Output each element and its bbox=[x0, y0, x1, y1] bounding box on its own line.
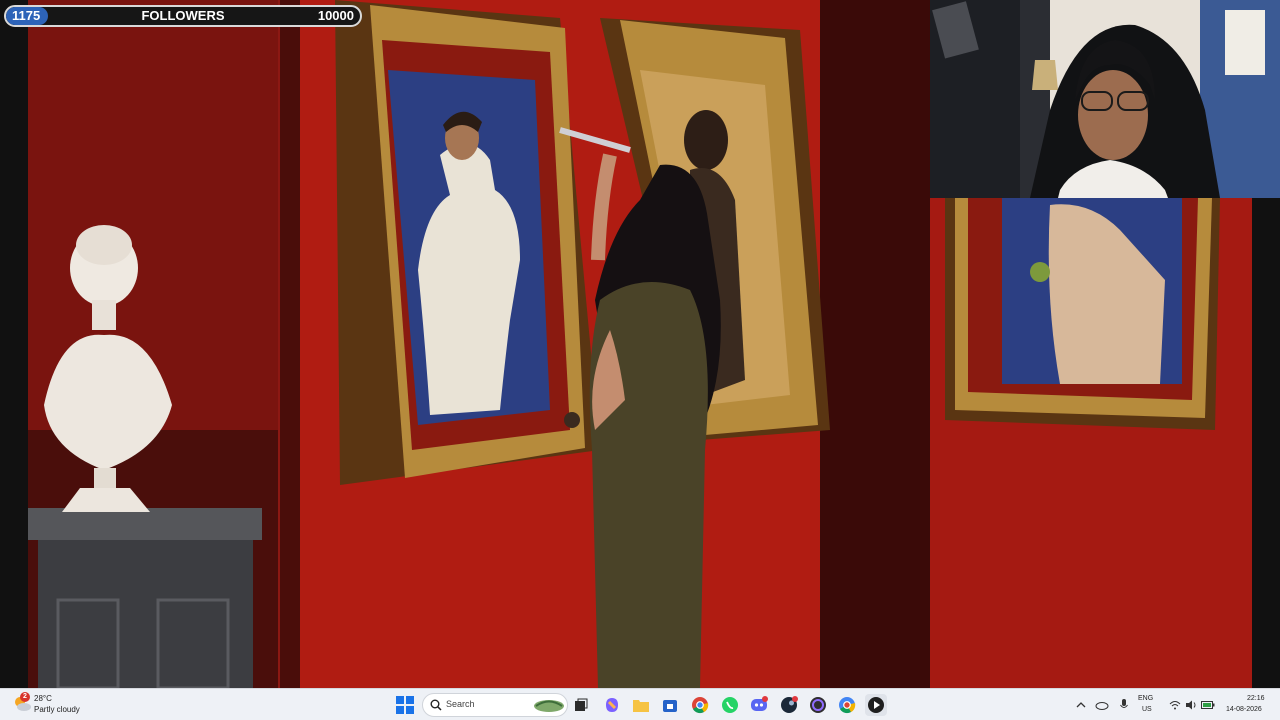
followers-label: FOLLOWERS bbox=[141, 8, 225, 23]
webcam-scene bbox=[930, 0, 1280, 198]
letterbox-right bbox=[1252, 198, 1280, 688]
language-indicator-bottom[interactable]: US bbox=[1142, 706, 1152, 713]
onedrive-icon[interactable] bbox=[1095, 698, 1109, 712]
portrait-frame-man bbox=[335, 0, 600, 485]
discord-icon[interactable] bbox=[748, 694, 770, 716]
chrome-beta-icon[interactable] bbox=[836, 694, 858, 716]
letterbox-left bbox=[0, 0, 28, 688]
store-icon[interactable] bbox=[659, 694, 681, 716]
followers-target-count: 10000 bbox=[317, 8, 354, 23]
chrome-icon[interactable] bbox=[689, 694, 711, 716]
steam-icon[interactable] bbox=[778, 694, 800, 716]
file-explorer-icon[interactable] bbox=[630, 694, 652, 716]
volume-icon[interactable] bbox=[1184, 698, 1198, 712]
taskbar-search-box[interactable]: Search bbox=[422, 693, 568, 717]
whatsapp-icon[interactable] bbox=[719, 694, 741, 716]
copilot-icon[interactable] bbox=[601, 694, 623, 716]
portrait-frame-right bbox=[945, 198, 1220, 430]
windows-logo-icon bbox=[396, 696, 414, 714]
weather-temperature[interactable]: 28°C bbox=[34, 694, 52, 703]
weather-notification-badge: 2 bbox=[20, 692, 30, 702]
followers-goal-bar: 1175 FOLLOWERS 10000 bbox=[4, 5, 362, 27]
wifi-icon[interactable] bbox=[1168, 698, 1182, 712]
show-hidden-icons-chevron-icon[interactable] bbox=[1074, 698, 1088, 712]
media-player-icon[interactable] bbox=[865, 694, 887, 716]
streamer-webcam bbox=[930, 0, 1280, 198]
obs-icon[interactable] bbox=[807, 694, 829, 716]
landscape-widget-icon bbox=[534, 700, 564, 712]
task-view-icon[interactable] bbox=[570, 694, 592, 716]
clock-date[interactable]: 14-08-2026 bbox=[1226, 706, 1262, 713]
clock-time[interactable]: 22:16 bbox=[1247, 695, 1265, 702]
search-placeholder: Search bbox=[446, 699, 475, 709]
microphone-icon[interactable] bbox=[1117, 697, 1131, 713]
search-icon bbox=[430, 699, 442, 711]
battery-icon[interactable] bbox=[1200, 698, 1216, 712]
language-indicator-top[interactable]: ENG bbox=[1138, 695, 1153, 702]
weather-condition[interactable]: Partly cloudy bbox=[34, 705, 80, 714]
windows-start-button[interactable] bbox=[394, 694, 416, 716]
windows-taskbar: 2 28°C Partly cloudy Search ENG US 22:16… bbox=[0, 688, 1280, 720]
